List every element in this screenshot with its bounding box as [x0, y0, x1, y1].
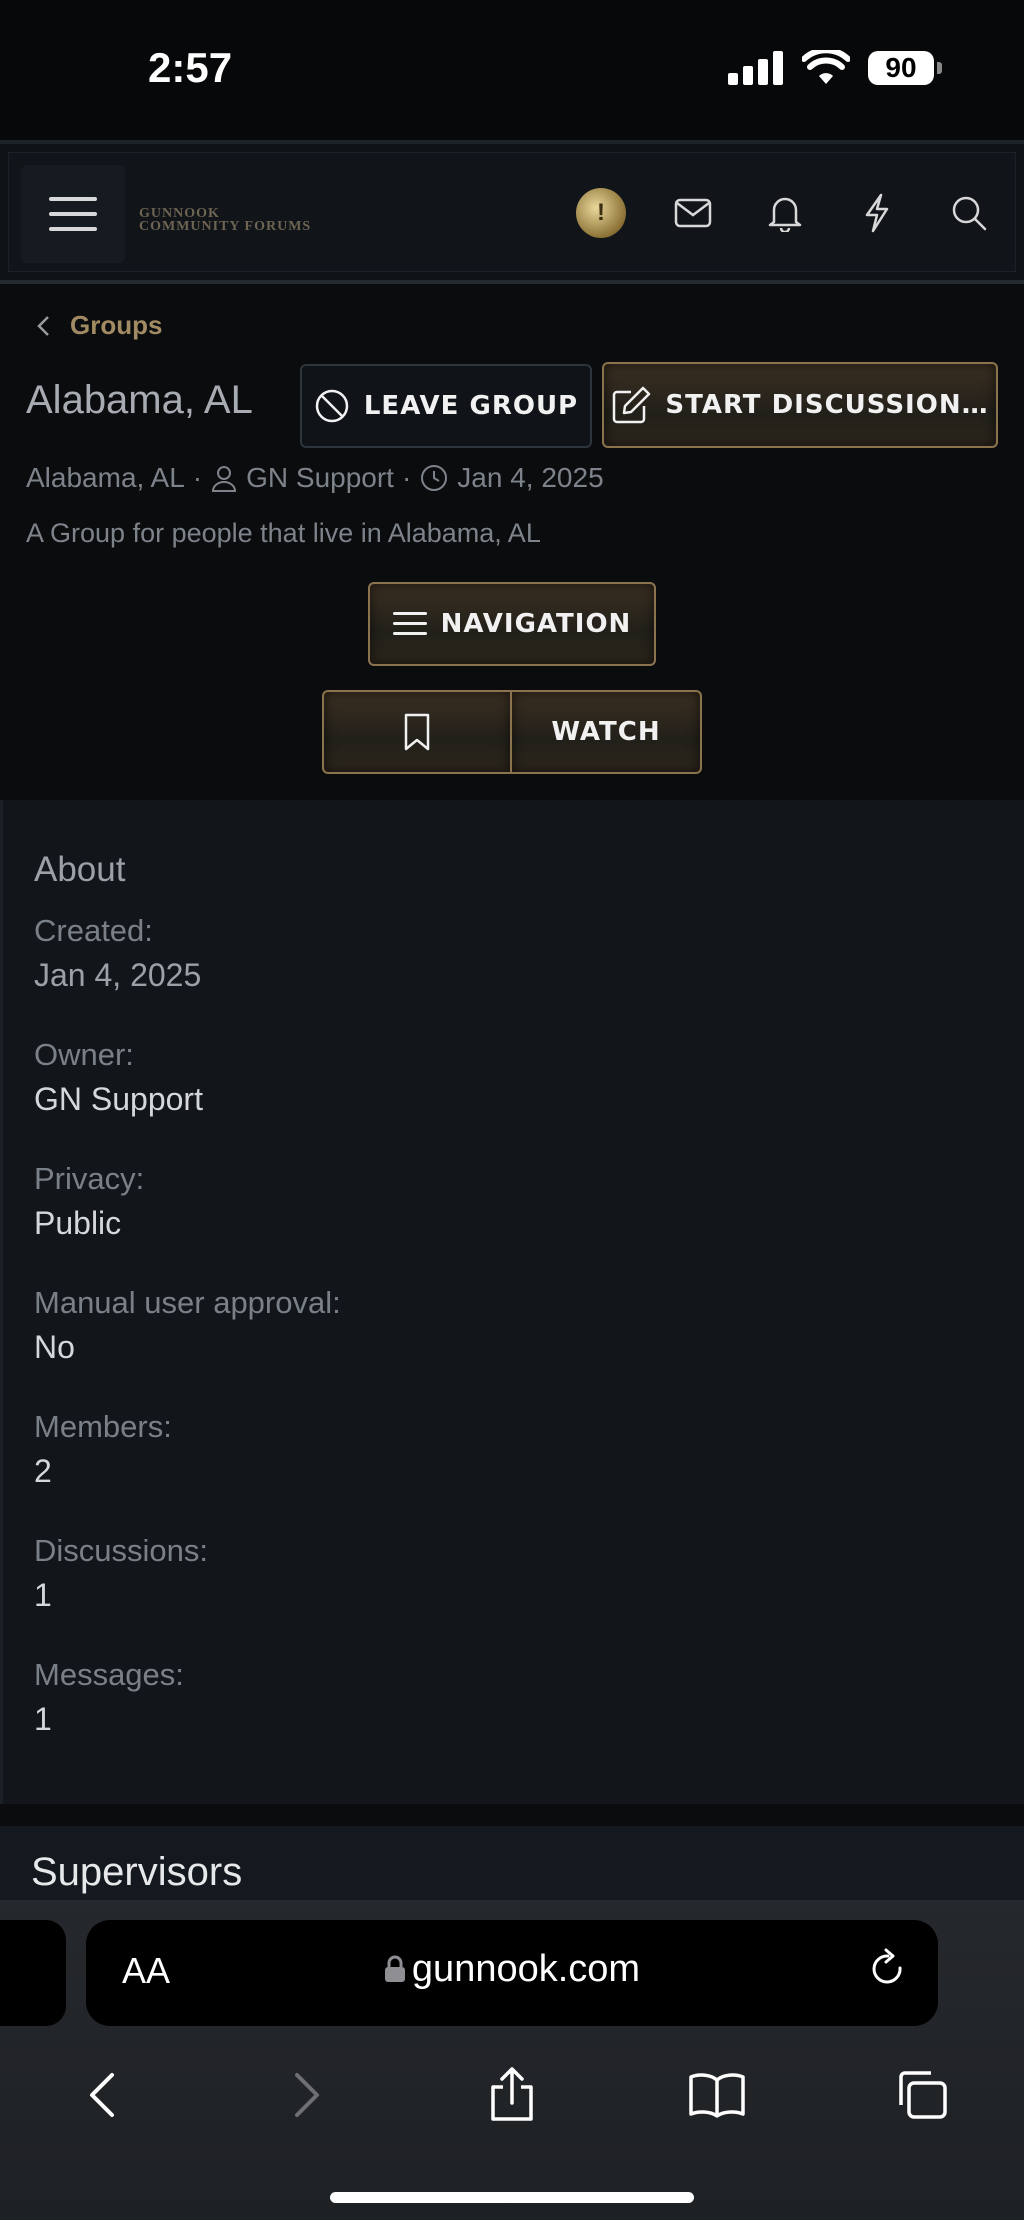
breadcrumb-groups[interactable]: Groups [70, 310, 162, 341]
url-text: gunnook.com [411, 1948, 641, 1990]
about-row-members: Members: 2 [34, 1408, 341, 1532]
share-icon [491, 2067, 533, 2121]
wifi-icon [802, 50, 850, 84]
about-label: Privacy: [34, 1161, 145, 1196]
back-button[interactable] [42, 2055, 162, 2135]
chevron-left-icon [37, 315, 49, 336]
group-meta: Alabama, AL · GN Support · Jan 4, 2025 [26, 462, 604, 494]
lightning-icon [865, 193, 889, 233]
battery-indicator: 90 [868, 51, 942, 85]
bookmark-icon [404, 713, 430, 751]
edit-icon [613, 386, 651, 424]
group-description: A Group for people that live in Alabama,… [26, 518, 541, 548]
address-bar[interactable]: AA gunnook.com [86, 1920, 938, 2026]
share-button[interactable] [452, 2055, 572, 2135]
url-display[interactable]: gunnook.com [86, 1948, 938, 1991]
forward-button[interactable] [247, 2055, 367, 2135]
supervisors-heading: Supervisors [31, 1850, 243, 1894]
bell-icon [768, 197, 802, 232]
about-panel: About Created: Jan 4, 2025 Owner: GN Sup… [0, 800, 1024, 1804]
inbox-button[interactable] [647, 183, 739, 243]
about-value: 2 [34, 1453, 52, 1489]
previous-tab-peek[interactable] [0, 1920, 66, 2026]
site-logo[interactable]: GUNNOOK COMMUNITY FORUMS [139, 207, 312, 234]
tabs-button[interactable] [862, 2055, 982, 2135]
owner-link[interactable]: GN Support [34, 1074, 341, 1124]
chevron-left-icon [90, 2073, 115, 2117]
about-value: 1 [34, 1701, 52, 1737]
menu-icon [49, 197, 97, 231]
page-title: Alabama, AL [26, 378, 253, 422]
watch-label: WATCH [551, 717, 661, 747]
meta-date: Jan 4, 2025 [457, 462, 604, 493]
meta-separator: · [192, 462, 203, 493]
about-label: Created: [34, 913, 153, 948]
about-label: Messages: [34, 1657, 184, 1692]
menu-icon [392, 612, 427, 635]
block-icon [315, 389, 349, 423]
start-discussion-button[interactable]: START DISCUSSION… [602, 362, 998, 448]
about-row-approval: Manual user approval: No [34, 1284, 341, 1408]
about-row-created: Created: Jan 4, 2025 [34, 912, 341, 1036]
breadcrumb[interactable]: Groups [36, 310, 162, 341]
about-label: Owner: [34, 1037, 134, 1072]
navigation-label: NAVIGATION [440, 609, 632, 639]
start-discussion-label: START DISCUSSION… [665, 390, 989, 420]
clock-icon [421, 465, 448, 491]
bookmark-button[interactable] [322, 690, 512, 774]
about-value: Jan 4, 2025 [34, 957, 202, 993]
alerts-button[interactable] [739, 183, 831, 243]
bookmarks-button[interactable] [657, 2055, 777, 2135]
signal-icon [728, 51, 783, 85]
about-row-discussions: Discussions: 1 [34, 1532, 341, 1656]
meta-group-name: Alabama, AL [26, 462, 185, 493]
reload-button[interactable] [868, 1948, 908, 1997]
menu-button[interactable] [21, 165, 125, 263]
watch-button[interactable]: WATCH [510, 690, 702, 774]
about-value: No [34, 1329, 75, 1365]
about-label: Discussions: [34, 1533, 208, 1568]
whats-new-button[interactable] [831, 183, 923, 243]
logo-line-2: COMMUNITY FORUMS [139, 219, 312, 234]
reload-icon [872, 1948, 902, 1984]
avatar: ! [576, 188, 626, 238]
user-icon [212, 466, 237, 492]
about-heading: About [34, 850, 126, 889]
about-row-messages: Messages: 1 [34, 1656, 341, 1780]
site-header: GUNNOOK COMMUNITY FORUMS ! [0, 140, 1024, 284]
status-bar: 2:57 90 [0, 0, 1024, 140]
browser-chrome: AA gunnook.com [0, 1900, 1024, 2220]
about-label: Manual user approval: [34, 1285, 341, 1320]
about-label: Members: [34, 1409, 172, 1444]
supervisors-panel: Supervisors [0, 1826, 1024, 1900]
status-time: 2:57 [148, 44, 233, 91]
about-value: Public [34, 1205, 122, 1241]
search-button[interactable] [923, 183, 1015, 243]
group-header: Groups Alabama, AL LEAVE GROUP START DIS… [0, 284, 1024, 800]
book-icon [689, 2073, 745, 2118]
home-indicator [330, 2192, 694, 2203]
about-row-privacy: Privacy: Public [34, 1160, 341, 1284]
search-icon [952, 196, 987, 231]
browser-toolbar [0, 2050, 1024, 2140]
about-value: 1 [34, 1577, 52, 1613]
chevron-right-icon [295, 2073, 320, 2117]
envelope-icon [674, 198, 712, 228]
lock-icon [384, 1955, 405, 1982]
meta-separator: · [401, 462, 412, 493]
account-button[interactable]: ! [555, 183, 647, 243]
leave-group-button[interactable]: LEAVE GROUP [300, 364, 592, 448]
about-row-owner: Owner: GN Support [34, 1036, 341, 1160]
leave-group-label: LEAVE GROUP [363, 391, 579, 421]
tabs-icon [898, 2071, 947, 2119]
about-list: Created: Jan 4, 2025 Owner: GN Support P… [34, 912, 341, 1780]
meta-owner-link[interactable]: GN Support [246, 462, 394, 494]
navigation-button[interactable]: NAVIGATION [368, 582, 656, 666]
